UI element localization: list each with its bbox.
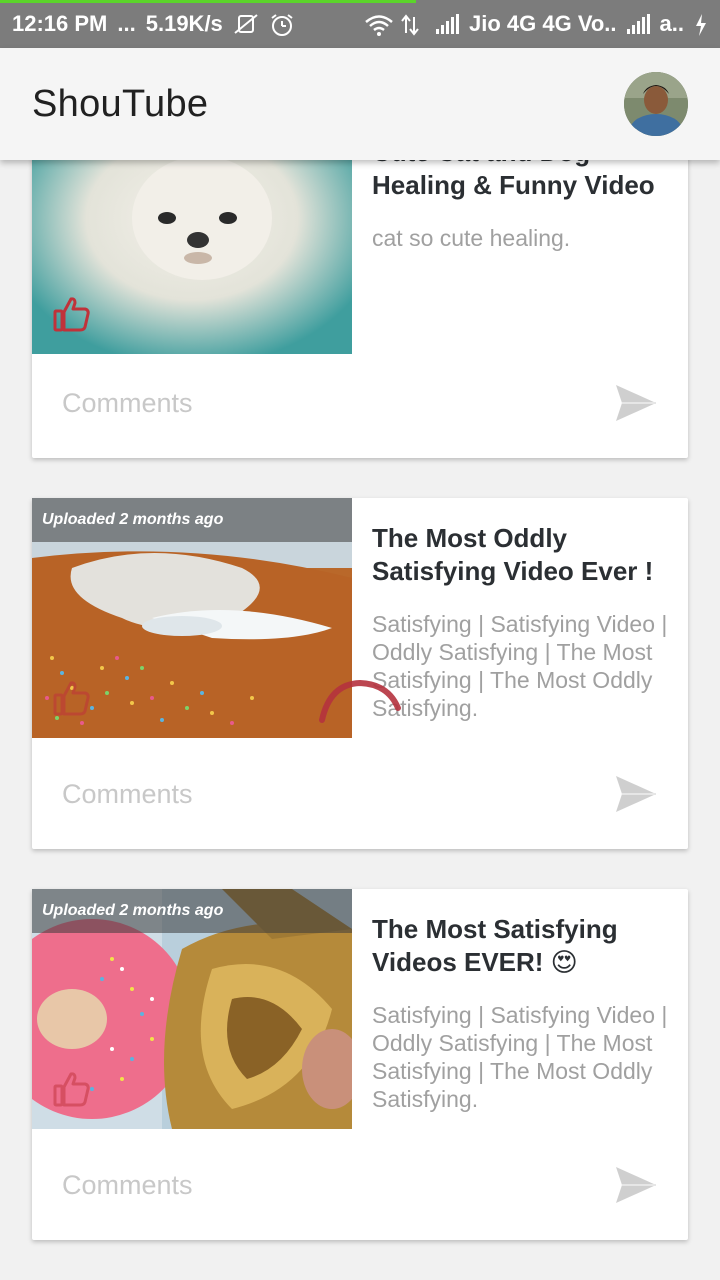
comments-input[interactable] xyxy=(62,1169,562,1201)
video-thumbnail[interactable]: Uploaded 2 months ago xyxy=(32,889,352,1129)
video-description: Satisfying | Satisfying Video | Oddly Sa… xyxy=(372,1002,668,1112)
video-title[interactable]: The Most Satisfying Videos EVER! 😍 xyxy=(372,913,672,979)
send-icon[interactable] xyxy=(614,1163,658,1207)
comments-row xyxy=(32,739,688,849)
video-title[interactable]: The Most Oddly Satisfying Video Ever ! xyxy=(372,522,672,588)
app-title: ShouTube xyxy=(32,82,209,125)
video-thumbnail[interactable]: Uploaded 2 months ago xyxy=(32,498,352,738)
video-description: Satisfying | Satisfying Video | Oddly Sa… xyxy=(372,611,668,721)
video-description: cat so cute healing. xyxy=(372,225,571,251)
send-icon[interactable] xyxy=(614,381,658,425)
profile-avatar[interactable] xyxy=(624,72,688,136)
video-card[interactable]: Cute Cat and Dog Healing & Funny Video c… xyxy=(32,108,688,458)
comments-row xyxy=(32,348,688,458)
like-thumbs-up-icon[interactable] xyxy=(52,678,92,718)
comments-input[interactable] xyxy=(62,778,562,810)
send-icon[interactable] xyxy=(614,772,658,816)
comments-row xyxy=(32,1130,688,1240)
video-card[interactable]: Uploaded 2 months ago The Most Oddly Sat… xyxy=(32,498,688,849)
video-feed[interactable]: Cute Cat and Dog Healing & Funny Video c… xyxy=(0,0,720,1280)
video-card[interactable]: Uploaded 2 months ago The Most Satisfyin… xyxy=(32,889,688,1240)
like-thumbs-up-icon[interactable] xyxy=(52,294,92,334)
comments-input[interactable] xyxy=(62,387,562,419)
uploaded-label: Uploaded 2 months ago xyxy=(32,889,352,933)
video-info: The Most Oddly Satisfying Video Ever ! S… xyxy=(372,522,672,722)
loading-spinner-icon xyxy=(316,679,406,724)
like-thumbs-up-icon[interactable] xyxy=(52,1069,92,1109)
uploaded-label: Uploaded 2 months ago xyxy=(32,498,352,542)
video-info: The Most Satisfying Videos EVER! 😍 Satis… xyxy=(372,913,672,1113)
app-bar: ShouTube xyxy=(0,48,720,160)
